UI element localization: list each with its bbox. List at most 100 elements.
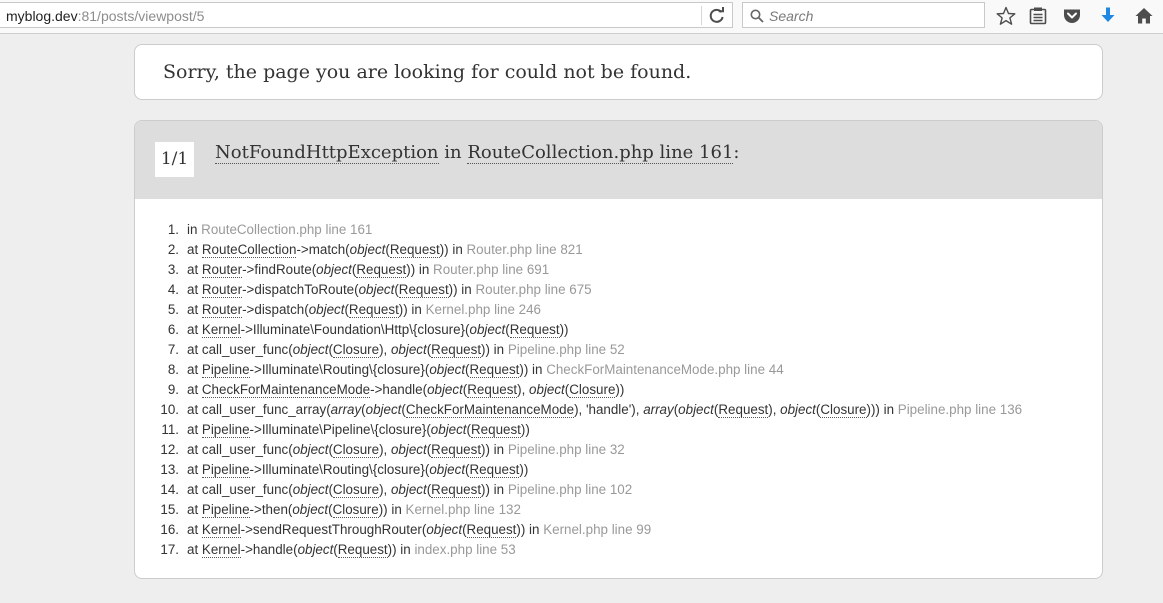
class-abbr[interactable]: Pipeline	[201, 502, 250, 518]
class-abbr[interactable]: Request	[389, 242, 440, 258]
exception-class[interactable]: NotFoundHttpException	[215, 142, 439, 164]
type-keyword: object	[292, 482, 329, 497]
pocket-icon[interactable]	[1062, 6, 1082, 26]
class-abbr[interactable]: RouteCollection	[201, 242, 297, 258]
class-abbr[interactable]: Request	[466, 522, 517, 538]
trace-text: ->Illuminate\Routing\{closure}(	[249, 462, 430, 477]
trace-text: ))	[520, 422, 530, 437]
class-abbr[interactable]: Kernel	[201, 542, 241, 558]
trace-text: at	[187, 242, 202, 257]
search-input[interactable]: Search	[769, 8, 813, 24]
type-keyword: object	[390, 442, 427, 457]
trace-text: ->dispatch(	[242, 302, 309, 317]
class-abbr[interactable]: Request	[467, 382, 518, 398]
type-keyword: object	[429, 362, 466, 377]
reload-icon[interactable]	[707, 6, 727, 26]
error-message-panel: Sorry, the page you are looking for coul…	[134, 44, 1103, 100]
class-abbr[interactable]: Request	[348, 302, 399, 318]
url-bar-divider	[701, 6, 702, 25]
type-keyword: object	[316, 262, 352, 277]
file-location: Kernel.php line 99	[543, 522, 652, 537]
class-abbr[interactable]: Closure	[332, 502, 379, 518]
type-keyword: array	[330, 402, 362, 417]
trace-text: )) in	[387, 542, 415, 557]
reading-list-icon[interactable]	[1028, 6, 1048, 26]
type-keyword: object	[427, 382, 463, 397]
search-bar[interactable]: Search	[742, 2, 985, 28]
trace-text: )) in	[481, 482, 508, 497]
stack-trace-number: 6.	[167, 322, 179, 337]
trace-text: ->handle(	[370, 382, 428, 397]
stack-trace-number: 15.	[160, 502, 179, 517]
trace-text: )) in	[439, 242, 467, 257]
browser-toolbar: myblog.dev:81/posts/viewpost/5 Search	[0, 0, 1163, 34]
class-abbr[interactable]: Request	[398, 282, 449, 298]
stack-trace-number: 2.	[167, 242, 179, 257]
trace-text: )) in	[448, 282, 476, 297]
stack-trace-row: 15. at Pipeline->then(object(Closure)) in…	[135, 500, 1022, 520]
class-abbr[interactable]: Request	[337, 542, 388, 558]
class-abbr[interactable]: Request	[431, 342, 482, 358]
stack-trace-number: 8.	[167, 362, 179, 377]
class-abbr[interactable]: Closure	[332, 342, 380, 358]
trace-text: at	[187, 502, 202, 517]
trace-text: )) in	[481, 442, 508, 457]
home-icon[interactable]	[1134, 6, 1154, 26]
exception-location[interactable]: RouteCollection.php line 161	[467, 142, 734, 164]
trace-text: ))	[519, 462, 529, 477]
trace-text: ))	[559, 322, 569, 337]
stack-trace-row: 7. at call_user_func(object(Closure), obj…	[135, 340, 1022, 360]
class-abbr[interactable]: Request	[471, 422, 521, 438]
trace-text: )) in	[519, 362, 547, 377]
trace-text: at	[187, 462, 202, 477]
type-keyword: object	[292, 502, 329, 517]
bookmark-star-icon[interactable]	[996, 6, 1016, 26]
stack-trace-row: 17. at Kernel->handle(object(Request)) in…	[135, 540, 1022, 560]
class-abbr[interactable]: Router	[201, 302, 243, 318]
class-abbr[interactable]: Closure	[332, 442, 380, 458]
trace-text: )) in	[378, 502, 406, 517]
class-abbr[interactable]: CheckForMaintenanceMode	[405, 402, 575, 418]
class-abbr[interactable]: Router	[201, 282, 243, 298]
trace-text: ->match(	[296, 242, 350, 257]
class-abbr[interactable]: Request	[509, 322, 560, 338]
class-abbr[interactable]: Closure	[569, 382, 616, 398]
exception-panel: 1/1 NotFoundHttpException in RouteCollec…	[134, 120, 1103, 579]
stack-trace-number: 7.	[167, 342, 179, 357]
file-location: CheckForMaintenanceMode.php line 44	[546, 362, 784, 377]
file-location: Kernel.php line 246	[425, 302, 541, 317]
file-location: Pipeline.php line 102	[507, 482, 633, 497]
class-abbr[interactable]: Request	[469, 362, 520, 378]
class-abbr[interactable]: Request	[431, 482, 482, 498]
class-abbr[interactable]: Pipeline	[201, 362, 250, 378]
class-abbr[interactable]: Request	[469, 462, 520, 478]
trace-text: ->sendRequestThroughRouter(	[240, 522, 427, 537]
exception-header: 1/1 NotFoundHttpException in RouteCollec…	[135, 121, 1102, 199]
url-bar[interactable]: myblog.dev:81/posts/viewpost/5	[0, 2, 733, 28]
class-abbr[interactable]: CheckForMaintenanceMode	[201, 382, 371, 398]
trace-text: ->dispatchToRoute(	[242, 282, 359, 297]
trace-text: at	[187, 422, 202, 437]
class-abbr[interactable]: Closure	[820, 402, 867, 418]
trace-text: ->Illuminate\Pipeline\{closure}(	[249, 422, 431, 437]
trace-text: at call_user_func(	[187, 442, 293, 457]
trace-text: at	[187, 362, 202, 377]
file-location: Router.php line 675	[475, 282, 592, 297]
class-abbr[interactable]: Closure	[332, 482, 380, 498]
trace-text: at	[187, 542, 202, 557]
stack-trace-number: 10.	[160, 402, 179, 417]
trace-text: ->Illuminate\Foundation\Http\{closure}(	[240, 322, 470, 337]
class-abbr[interactable]: Router	[201, 262, 243, 278]
url-text[interactable]: myblog.dev:81/posts/viewpost/5	[6, 8, 204, 24]
stack-trace-row: 5. at Router->dispatch(object(Request)) i…	[135, 300, 1022, 320]
class-abbr[interactable]: Kernel	[201, 322, 241, 338]
type-keyword: object	[430, 422, 467, 437]
class-abbr[interactable]: Pipeline	[201, 462, 250, 478]
stack-trace-number: 11.	[161, 422, 179, 437]
class-abbr[interactable]: Request	[718, 402, 769, 418]
class-abbr[interactable]: Request	[431, 442, 482, 458]
class-abbr[interactable]: Request	[356, 262, 407, 278]
download-icon[interactable]	[1098, 6, 1118, 26]
class-abbr[interactable]: Kernel	[201, 522, 241, 538]
class-abbr[interactable]: Pipeline	[201, 422, 250, 438]
